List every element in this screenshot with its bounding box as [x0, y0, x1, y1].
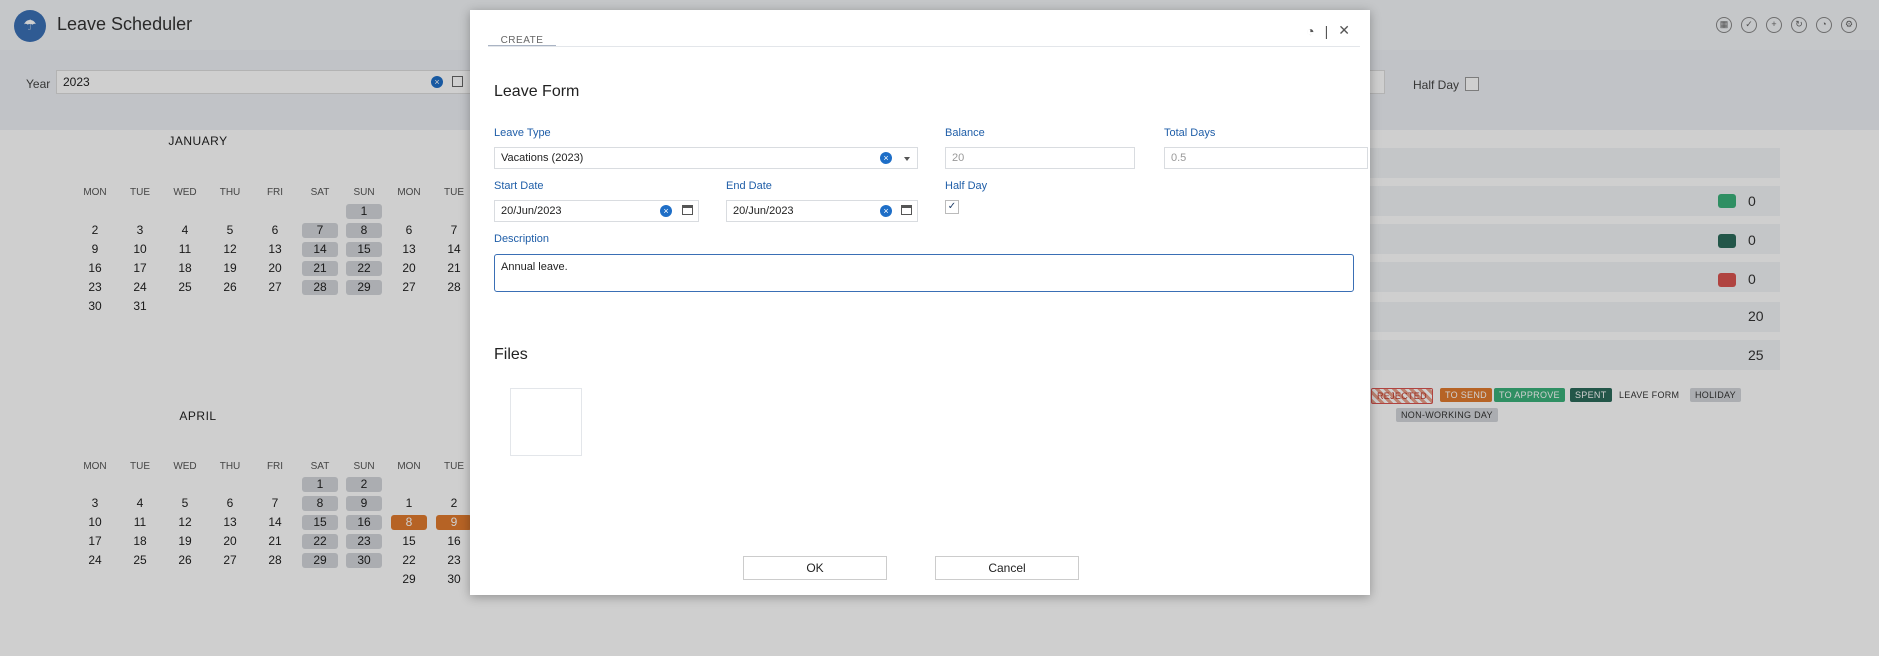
balance-field: 20 [945, 147, 1135, 169]
half-day-checkbox[interactable]: ✓ [945, 200, 959, 214]
description-textarea[interactable]: Annual leave. [494, 254, 1354, 292]
clear-icon[interactable]: × [880, 205, 892, 217]
cancel-button[interactable]: Cancel [935, 556, 1079, 580]
separator: | [1324, 22, 1329, 39]
close-icon[interactable]: ✕ [1338, 22, 1350, 39]
tab-divider [488, 46, 1360, 47]
total-days-label: Total Days [1164, 127, 1216, 139]
ok-button[interactable]: OK [743, 556, 887, 580]
end-date-label: End Date [726, 180, 772, 192]
calendar-picker-icon[interactable] [682, 205, 693, 215]
dialog-actions: ◔ | ✕ [1306, 22, 1350, 39]
tab-create[interactable]: CREATE [488, 23, 556, 47]
description-label: Description [494, 233, 550, 245]
files-title: Files [494, 346, 528, 363]
file-upload-area[interactable] [510, 388, 582, 456]
leave-type-select[interactable]: Vacations (2023) [494, 147, 918, 169]
start-date-label: Start Date [494, 180, 544, 192]
chart-icon[interactable]: ◔ [1306, 23, 1314, 39]
form-title: Leave Form [494, 83, 580, 100]
clear-icon[interactable]: × [660, 205, 672, 217]
calendar-picker-icon[interactable] [901, 205, 912, 215]
clear-icon[interactable]: × [880, 152, 892, 164]
total-days-field: 0.5 [1164, 147, 1368, 169]
balance-label: Balance [945, 127, 985, 139]
leave-form-dialog: CREATE ◔ | ✕ Leave Form Leave Type Vacat… [470, 10, 1370, 595]
half-day-label: Half Day [945, 180, 988, 192]
chevron-down-icon[interactable] [904, 157, 910, 161]
leave-type-label: Leave Type [494, 127, 551, 139]
